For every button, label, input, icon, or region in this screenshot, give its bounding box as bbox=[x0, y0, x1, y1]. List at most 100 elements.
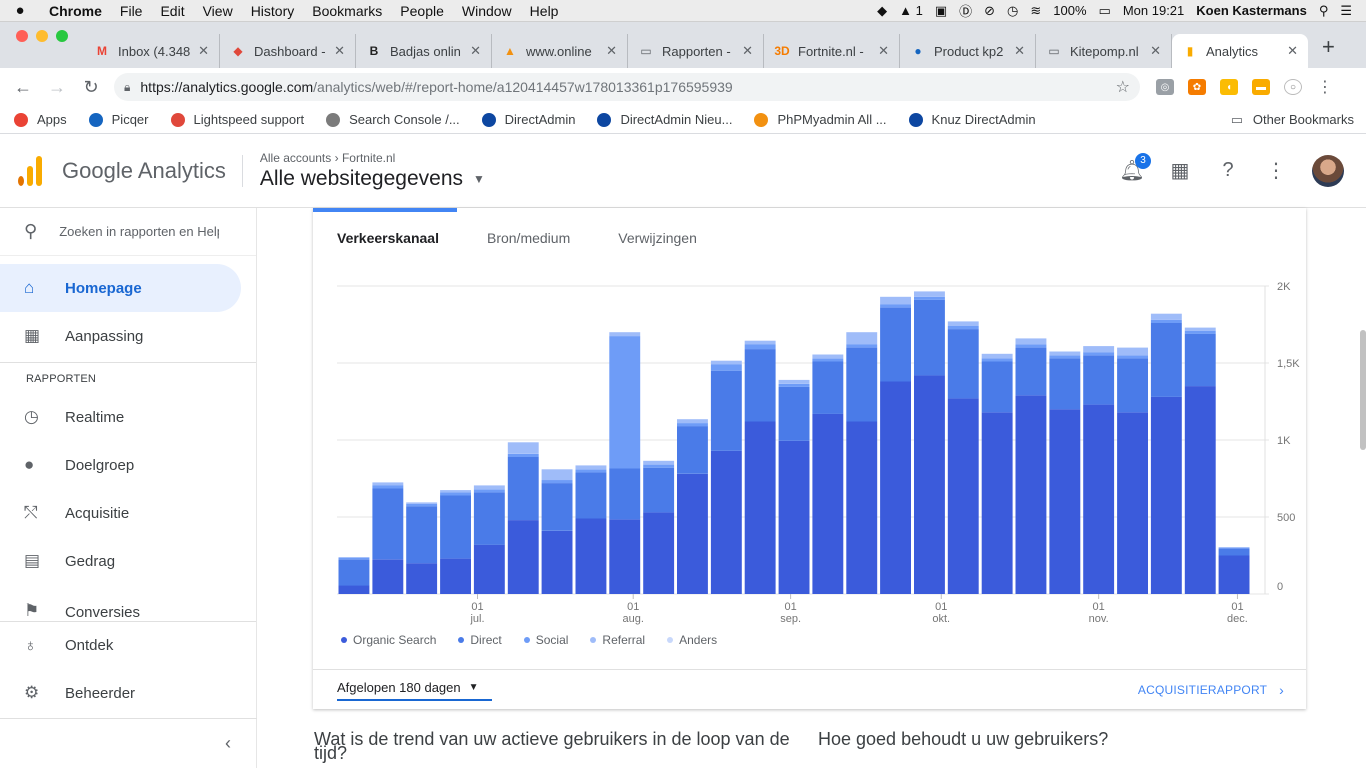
bar-segment[interactable] bbox=[1150, 396, 1182, 594]
bookmark-2[interactable]: Lightspeed support bbox=[170, 112, 304, 127]
bar-segment[interactable] bbox=[981, 361, 1013, 413]
bar-segment[interactable] bbox=[1117, 355, 1148, 359]
bar-segment[interactable] bbox=[812, 354, 844, 359]
bar-segment[interactable] bbox=[1083, 404, 1115, 594]
forward-arrow-icon[interactable]: → bbox=[40, 77, 74, 98]
bar-segment[interactable] bbox=[1117, 358, 1148, 413]
bar-segment[interactable] bbox=[1015, 395, 1047, 594]
bar-segment[interactable] bbox=[744, 421, 776, 595]
bar-segment[interactable] bbox=[947, 329, 979, 399]
other-bookmarks[interactable]: ▭ Other Bookmarks bbox=[1229, 112, 1354, 127]
profile-icon[interactable]: ○ bbox=[1284, 79, 1302, 95]
bar-segment[interactable] bbox=[541, 530, 573, 594]
bar-segment[interactable] bbox=[1083, 346, 1115, 353]
bar-segment[interactable] bbox=[643, 467, 675, 513]
bar-segment[interactable] bbox=[372, 559, 404, 594]
bar-segment[interactable] bbox=[372, 488, 404, 560]
bar-segment[interactable] bbox=[1049, 355, 1081, 359]
bar-segment[interactable] bbox=[575, 518, 607, 595]
bar-segment[interactable] bbox=[846, 344, 878, 348]
bar-segment[interactable] bbox=[812, 413, 844, 594]
menu-chrome[interactable]: Chrome bbox=[40, 3, 111, 19]
bar-segment[interactable] bbox=[778, 383, 810, 387]
bar-segment[interactable] bbox=[1083, 352, 1115, 356]
bar-segment[interactable] bbox=[1015, 347, 1047, 396]
extension-bar-icon[interactable]: ▬ bbox=[1252, 79, 1270, 95]
minimize-window-button[interactable] bbox=[36, 30, 48, 42]
acquisition-report-link[interactable]: ACQUISITIERAPPORT › bbox=[1138, 682, 1284, 698]
bar-segment[interactable] bbox=[575, 469, 607, 473]
menu-window[interactable]: Window bbox=[453, 3, 521, 19]
d-circle-icon[interactable]: Ⓓ bbox=[959, 1, 972, 20]
extension-search-icon[interactable]: ◎ bbox=[1156, 79, 1174, 95]
bar-segment[interactable] bbox=[372, 485, 404, 489]
scrollbar-thumb[interactable] bbox=[1360, 330, 1366, 450]
bar-segment[interactable] bbox=[710, 364, 742, 371]
bookmark-star-icon[interactable]: ☆ bbox=[1116, 77, 1130, 97]
bar-segment[interactable] bbox=[643, 460, 675, 465]
bar-segment[interactable] bbox=[677, 473, 708, 594]
collapse-sidebar-chevron-icon[interactable]: ‹ bbox=[225, 733, 231, 754]
bar-segment[interactable] bbox=[1218, 555, 1250, 595]
more-vert-icon[interactable]: ⋮ bbox=[1264, 159, 1288, 183]
bar-segment[interactable] bbox=[609, 336, 641, 469]
tab-0[interactable]: M Inbox (4.348 ✕ bbox=[84, 34, 220, 68]
blocked-icon[interactable]: ⊘ bbox=[984, 3, 995, 19]
tab-verkeerskanaal[interactable]: Verkeerskanaal bbox=[337, 230, 439, 246]
bar-segment[interactable] bbox=[846, 347, 878, 422]
bar-segment[interactable] bbox=[473, 485, 505, 490]
bar-segment[interactable] bbox=[1117, 412, 1148, 594]
bar-segment[interactable] bbox=[846, 332, 878, 345]
close-tab-icon[interactable]: ✕ bbox=[1287, 43, 1298, 59]
menu-file[interactable]: File bbox=[111, 3, 152, 19]
bar-segment[interactable] bbox=[440, 490, 471, 493]
bar-segment[interactable] bbox=[677, 423, 708, 427]
bar-segment[interactable] bbox=[710, 370, 742, 451]
bar-segment[interactable] bbox=[880, 304, 911, 308]
extension-tag-icon[interactable]: ◖ bbox=[1220, 79, 1238, 95]
legend-item[interactable]: Anders bbox=[667, 633, 717, 647]
tab-verwijzingen[interactable]: Verwijzingen bbox=[618, 230, 697, 246]
bar-segment[interactable] bbox=[338, 559, 370, 586]
url-text[interactable]: https://analytics.google.com/analytics/w… bbox=[140, 79, 1115, 95]
bar-segment[interactable] bbox=[1184, 386, 1216, 594]
close-tab-icon[interactable]: ✕ bbox=[742, 43, 753, 59]
bar-segment[interactable] bbox=[338, 585, 370, 595]
legend-item[interactable]: Social bbox=[523, 633, 568, 647]
bar-segment[interactable] bbox=[609, 519, 641, 594]
product-name[interactable]: Google Analytics bbox=[62, 154, 243, 187]
bar-segment[interactable] bbox=[914, 375, 945, 594]
bar-segment[interactable] bbox=[575, 472, 607, 519]
menu-view[interactable]: View bbox=[194, 3, 242, 19]
sidebar-item-beheerder[interactable]: ⚙ Beheerder bbox=[0, 669, 256, 717]
bar-segment[interactable] bbox=[440, 558, 471, 594]
camera-icon[interactable]: ▣ bbox=[935, 3, 947, 19]
bookmark-1[interactable]: Picqer bbox=[88, 112, 149, 127]
bar-segment[interactable] bbox=[812, 361, 844, 414]
lock-icon[interactable]: 🔒︎ bbox=[124, 80, 130, 95]
bar-segment[interactable] bbox=[643, 464, 675, 468]
close-tab-icon[interactable]: ✕ bbox=[606, 43, 617, 59]
bar-segment[interactable] bbox=[914, 299, 945, 376]
menu-help[interactable]: Help bbox=[521, 3, 568, 19]
bar-segment[interactable] bbox=[880, 307, 911, 382]
bar-segment[interactable] bbox=[541, 480, 573, 484]
close-tab-icon[interactable]: ✕ bbox=[1150, 43, 1161, 59]
bar-segment[interactable] bbox=[778, 379, 810, 384]
close-tab-icon[interactable]: ✕ bbox=[1014, 43, 1025, 59]
bar-segment[interactable] bbox=[440, 495, 471, 559]
help-icon[interactable]: ? bbox=[1216, 159, 1240, 183]
google-analytics-logo-icon[interactable] bbox=[18, 155, 44, 186]
tab-7[interactable]: ▭ Kitepomp.nl ✕ bbox=[1036, 34, 1172, 68]
bar-segment[interactable] bbox=[1218, 547, 1250, 548]
sidebar-item-homepage[interactable]: ⌂ Homepage bbox=[0, 264, 241, 312]
tab-2[interactable]: B Badjas onlin ✕ bbox=[356, 34, 492, 68]
bar-segment[interactable] bbox=[1150, 319, 1182, 323]
bar-segment[interactable] bbox=[1117, 347, 1148, 356]
dropbox-icon[interactable]: ◆ bbox=[877, 3, 887, 19]
avatar[interactable] bbox=[1312, 154, 1344, 187]
bar-segment[interactable] bbox=[440, 492, 471, 496]
close-tab-icon[interactable]: ✕ bbox=[198, 43, 209, 59]
wifi-icon[interactable]: ≋ bbox=[1030, 3, 1041, 19]
bar-segment[interactable] bbox=[1184, 330, 1216, 334]
